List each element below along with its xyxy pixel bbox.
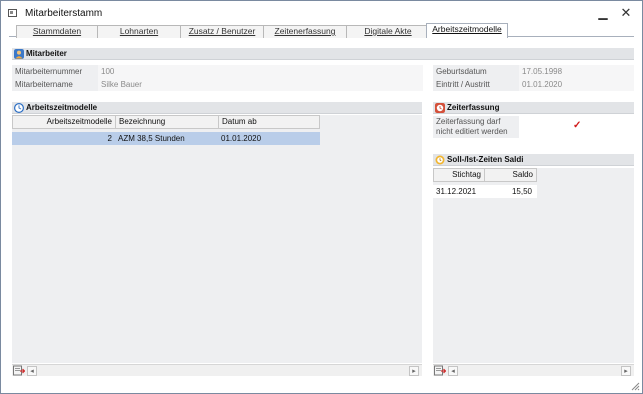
cell-saldo: 15,50 — [511, 187, 532, 196]
col-datum-ab[interactable]: Datum ab — [219, 116, 320, 128]
tab-bar: Stammdaten Lohnarten Zusatz / Benutzer Z… — [9, 23, 634, 38]
tab-zeitenerfassung[interactable]: Zeitenerfassung — [263, 25, 347, 38]
geburtsdatum-value: 17.05.1998 — [519, 65, 634, 78]
mitarbeiternummer-value: 100 — [98, 65, 423, 78]
col-bezeichnung[interactable]: Bezeichnung — [116, 116, 219, 128]
mitarbeitername-value: Silke Bauer — [98, 78, 423, 91]
col-saldo[interactable]: Saldo — [485, 169, 536, 181]
export-icon[interactable] — [13, 365, 25, 376]
scroll-left-button[interactable]: ◂ — [448, 366, 458, 376]
arbeitszeitmodelle-scrollbar[interactable]: ◂ ▸ — [12, 364, 422, 376]
tab-label: Digitale Akte — [364, 26, 412, 36]
mitarbeiternummer-label: Mitarbeiternummer — [12, 65, 98, 78]
cell-bezeichnung: AZM 38,5 Stunden — [118, 134, 185, 143]
zeiterfassung-header: Zeiterfassung — [433, 102, 634, 114]
mitarbeiter-header-label: Mitarbeiter — [26, 49, 67, 58]
title-bar: Mitarbeiterstamm ▁ ✕ — [1, 1, 642, 23]
arbeitszeitmodelle-grid-header: Arbeitszeitmodelle Bezeichnung Datum ab — [12, 115, 320, 129]
cell-modell: 2 — [107, 134, 112, 143]
eintritt-austritt-label: Eintritt / Austritt — [433, 78, 519, 91]
zeiterfassung-header-label: Zeiterfassung — [447, 103, 500, 112]
saldi-grid-header: Stichtag Saldo — [433, 168, 537, 182]
scroll-right-button[interactable]: ▸ — [409, 366, 419, 376]
arbeitszeitmodelle-panel: Arbeitszeitmodelle Bezeichnung Datum ab … — [12, 115, 422, 363]
tab-lohnarten[interactable]: Lohnarten — [97, 25, 181, 38]
zeiterfassung-lock-label: Zeiterfassung darf nicht editiert werden — [433, 116, 519, 138]
tab-label: Arbeitszeitmodelle — [432, 24, 502, 34]
tab-label: Lohnarten — [119, 26, 159, 36]
window: Mitarbeiterstamm ▁ ✕ Stammdaten Lohnarte… — [0, 0, 643, 394]
eintritt-austritt-value: 01.01.2020 — [519, 78, 634, 91]
arbeitszeitmodelle-header-label: Arbeitszeitmodelle — [26, 103, 98, 112]
tab-label: Zusatz / Benutzer — [188, 26, 256, 36]
table-row[interactable]: 31.12.2021 15,50 — [433, 185, 537, 198]
minimize-button[interactable]: ▁ — [593, 5, 613, 21]
export-icon[interactable] — [434, 365, 446, 376]
cell-stichtag: 31.12.2021 — [436, 187, 477, 196]
cell-datum-ab: 01.01.2020 — [221, 134, 262, 143]
sun-clock-icon — [435, 155, 445, 165]
clock-icon — [14, 103, 24, 113]
close-button[interactable]: ✕ — [616, 5, 636, 21]
tab-label: Stammdaten — [32, 26, 82, 36]
scroll-right-button[interactable]: ▸ — [621, 366, 631, 376]
col-stichtag[interactable]: Stichtag — [434, 169, 485, 181]
saldi-header-label: Soll-/Ist-Zeiten Saldi — [447, 155, 524, 164]
saldi-header: Soll-/Ist-Zeiten Saldi — [433, 154, 634, 166]
mitarbeiter-header: Mitarbeiter — [12, 48, 634, 60]
person-icon — [14, 49, 24, 59]
col-arbeitszeitmodelle[interactable]: Arbeitszeitmodelle — [13, 116, 116, 128]
resize-grip-icon[interactable] — [631, 382, 640, 391]
geburtsdatum-label: Geburtsdatum — [433, 65, 519, 78]
clock-edit-icon — [435, 103, 445, 113]
zeiterfassung-lock-checkbox[interactable]: ✓ — [573, 120, 581, 131]
tab-content: Mitarbeiter Mitarbeiternummer 100 Mitarb… — [9, 38, 634, 378]
saldi-scrollbar[interactable]: ◂ ▸ — [433, 364, 634, 376]
tab-zusatz-benutzer[interactable]: Zusatz / Benutzer — [180, 25, 264, 38]
saldi-panel: Stichtag Saldo 31.12.2021 15,50 — [433, 168, 634, 363]
table-row[interactable]: 2 AZM 38,5 Stunden 01.01.2020 — [12, 132, 320, 145]
mitarbeitername-label: Mitarbeitername — [12, 78, 98, 91]
tab-arbeitszeitmodelle[interactable]: Arbeitszeitmodelle — [426, 23, 508, 38]
app-window-icon — [8, 9, 17, 17]
scroll-left-button[interactable]: ◂ — [27, 366, 37, 376]
tab-stammdaten[interactable]: Stammdaten — [16, 25, 98, 38]
arbeitszeitmodelle-header: Arbeitszeitmodelle — [12, 102, 422, 114]
tab-label: Zeitenerfassung — [274, 26, 336, 36]
tab-digitale-akte[interactable]: Digitale Akte — [346, 25, 430, 38]
window-title: Mitarbeiterstamm — [25, 8, 103, 19]
